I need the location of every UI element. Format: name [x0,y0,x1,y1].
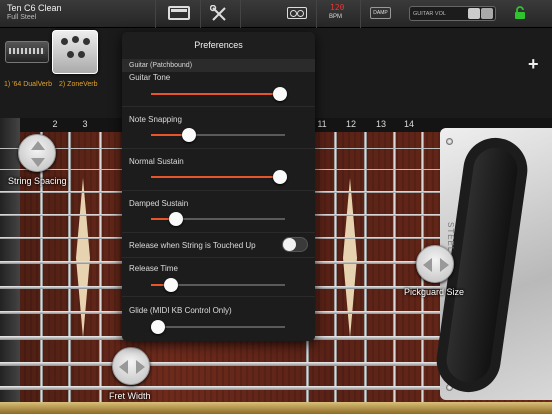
zoneverb-pedal[interactable] [52,30,98,74]
fret-width-handle[interactable] [112,347,150,385]
fret-number: 14 [403,119,414,129]
guitar-volume-slider[interactable]: GUITAR VOL [409,6,496,21]
slider-fill [151,176,280,178]
fret-inlay-marker [343,178,357,338]
slider-thumb[interactable] [181,128,196,142]
release-time-label: Release Time [129,264,178,273]
normal-sustain-row: Normal Sustain [122,149,315,191]
release-touch-toggle[interactable] [282,237,308,252]
preset-name[interactable]: Ten C6 Clean [7,3,62,13]
slider-thumb[interactable] [169,212,184,226]
guitar-volume-knob[interactable] [481,8,493,19]
amp-icon[interactable] [168,6,190,20]
tape-icon[interactable] [287,7,307,19]
toolbar-divider [155,0,156,28]
release-time-row: Release Time [122,258,315,297]
guitar-nut [0,118,20,414]
fret-inlay-marker [76,178,90,338]
normal-sustain-slider[interactable] [151,170,287,184]
damped-sustain-slider[interactable] [151,212,285,226]
pedal-label: 1) '64 DualVerb [4,81,53,88]
add-pedal-button[interactable]: + [528,55,539,73]
fret-number: 13 [375,119,386,129]
damped-sustain-row: Damped Sustain [122,191,315,233]
glide-slider[interactable] [150,320,285,334]
guitar-tone-slider[interactable] [151,87,287,101]
toolbar-divider [360,0,361,28]
pedal-knob [61,38,68,45]
toolbar-divider [200,0,201,28]
damp-button[interactable]: DAMP [370,7,391,19]
dualverb-pedal[interactable] [5,41,49,63]
note-snapping-row: Note Snapping [122,107,315,149]
pickguard-size-label: Pickguard Size [404,287,465,297]
normal-sustain-label: Normal Sustain [129,157,184,166]
slider-thumb[interactable] [272,170,287,184]
glide-label: Glide (MIDI KB Control Only) [129,306,232,315]
fret-number: 2 [52,119,58,129]
string-spacing-handle[interactable] [18,134,56,172]
pedal-knob [83,38,90,45]
slider-thumb[interactable] [150,320,165,334]
toggle-knob [283,238,296,251]
string-spacing-label: String Spacing [8,176,67,186]
preset-subtitle: Full Steel [7,14,37,21]
preferences-list: Guitar Tone Note Snapping Normal Sustain… [122,72,315,341]
fret-number: 3 [82,119,88,129]
fret-number: 11 [317,119,327,129]
pedal-knob [67,51,74,58]
bpm-value[interactable]: 120 [330,3,344,12]
preferences-title: Preferences [122,32,315,59]
fretboard-binding [0,402,552,414]
pedal-knob [78,51,85,58]
top-toolbar: Ten C6 Clean Full Steel 120 BPM DAMP GUI… [0,0,552,28]
tools-icon[interactable] [210,5,228,23]
slider-thumb[interactable] [272,87,287,101]
note-snapping-slider[interactable] [151,128,285,142]
guitar-volume-label: GUITAR VOL [413,11,446,17]
toolbar-divider [316,0,317,28]
up-down-arrows-icon [31,141,45,167]
left-right-arrows-icon [423,258,449,272]
pickguard-screw [446,138,453,145]
pedal-label: 2) ZoneVerb [59,81,98,88]
pickguard-size-handle[interactable] [416,245,454,283]
release-touch-label: Release when String is Touched Up [129,241,256,250]
note-snapping-label: Note Snapping [129,115,182,124]
glide-row: Glide (MIDI KB Control Only) [122,297,315,341]
guitar-tone-row: Guitar Tone [122,72,315,107]
guitar-volume-knob[interactable] [468,8,480,19]
slider-thumb[interactable] [164,278,179,292]
bpm-label: BPM [329,14,343,20]
left-right-arrows-icon [119,360,145,374]
slider-fill [151,93,280,95]
toolbar-divider [240,0,241,28]
lock-icon[interactable] [513,6,527,20]
preferences-popover: Preferences Guitar (Patchbound) Guitar T… [122,32,315,341]
release-time-slider[interactable] [151,278,285,292]
pedal-knob [72,36,79,43]
damped-sustain-label: Damped Sustain [129,199,189,208]
release-touch-row: Release when String is Touched Up [122,233,315,258]
fret-number: 12 [345,119,356,129]
fret-width-label: Fret Width [109,391,151,401]
guitar-tone-label: Guitar Tone [129,73,171,82]
preferences-section-header: Guitar (Patchbound) [122,59,315,72]
